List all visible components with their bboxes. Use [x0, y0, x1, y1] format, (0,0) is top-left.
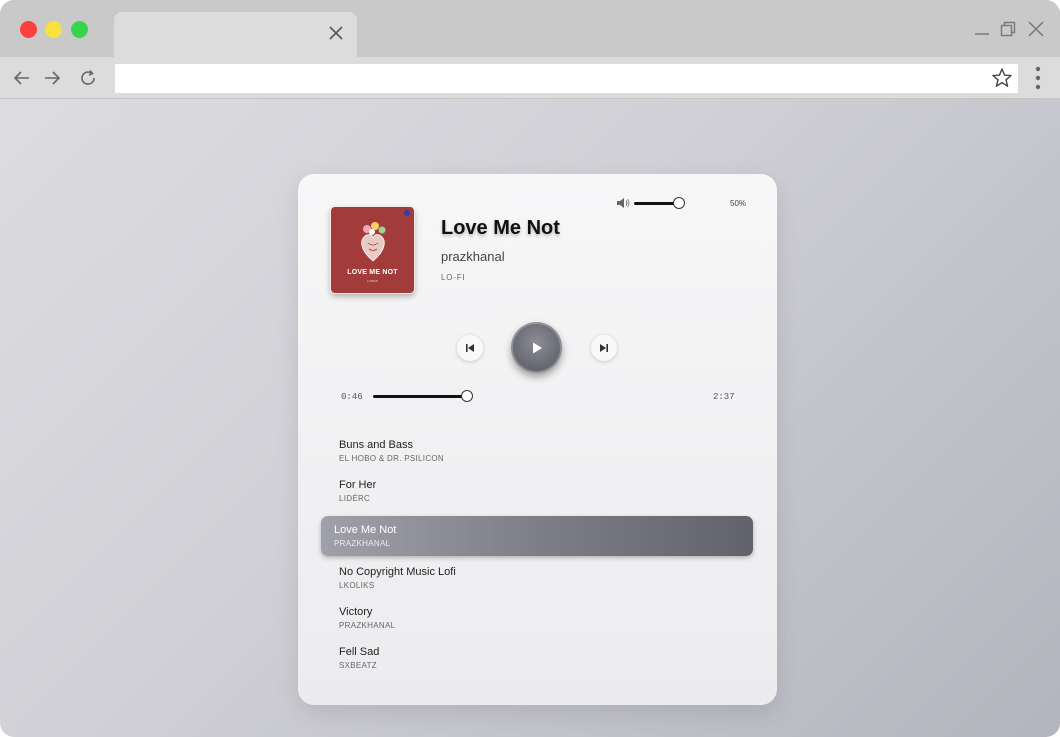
- playlist-item[interactable]: Fell Sad SXBEATZ: [339, 646, 739, 682]
- playlist-item-active[interactable]: Love Me Not PRAZKHANAL: [321, 516, 753, 556]
- tab-close-icon[interactable]: [327, 24, 345, 42]
- track-artist: PRAZKHANAL: [339, 621, 396, 630]
- play-button[interactable]: [511, 322, 562, 373]
- track-title: Buns and Bass: [339, 439, 413, 451]
- track-title: No Copyright Music Lofi: [339, 566, 456, 578]
- cover-title: LOVE ME NOT: [347, 269, 398, 276]
- volume-slider-handle[interactable]: [673, 197, 685, 209]
- current-time: 0:46: [341, 392, 363, 402]
- track-artist: SXBEATZ: [339, 661, 377, 670]
- track-title: For Her: [339, 479, 377, 491]
- browser-tab[interactable]: [114, 12, 357, 57]
- cover-badge: [404, 210, 410, 216]
- window-close-dot[interactable]: [20, 21, 37, 38]
- previous-button[interactable]: [457, 335, 483, 361]
- minimize-icon[interactable]: [973, 20, 991, 38]
- heart-flowers-icon: [361, 222, 386, 262]
- volume-percent: 50%: [730, 199, 747, 208]
- playlist-item[interactable]: Buns and Bass EL HOBO & DR. PSILICON: [339, 439, 739, 475]
- kebab-menu-icon[interactable]: [1031, 65, 1045, 91]
- track-artist: EL HOBO & DR. PSILICON: [339, 454, 444, 463]
- now-playing-title: Love Me Not: [441, 217, 560, 239]
- playlist-item[interactable]: Victory PRAZKHANAL: [339, 606, 739, 642]
- total-time: 2:37: [713, 392, 735, 402]
- window-maximize-dot[interactable]: [71, 21, 88, 38]
- cover-subtitle: LYRICS: [367, 279, 378, 283]
- track-artist: PRAZKHANAL: [334, 539, 391, 548]
- album-cover: LOVE ME NOT LYRICS: [330, 206, 415, 294]
- volume-icon[interactable]: [616, 197, 630, 209]
- playlist-item[interactable]: No Copyright Music Lofi LKOLIKS: [339, 566, 739, 602]
- track-artist: LKOLIKS: [339, 581, 375, 590]
- skip-forward-icon: [600, 344, 608, 352]
- browser-window: 50% LOVE ME NOT LYRICS Love Me Not prazk…: [0, 0, 1060, 737]
- seek-bar[interactable]: [373, 395, 695, 398]
- playlist-item[interactable]: For Her LIDÉRC: [339, 479, 739, 515]
- reload-icon[interactable]: [78, 68, 98, 88]
- window-minimize-dot[interactable]: [45, 21, 62, 38]
- now-playing-genre: LO-FI: [441, 273, 466, 282]
- skip-back-icon: [466, 344, 474, 352]
- music-player-card: 50% LOVE ME NOT LYRICS Love Me Not prazk…: [298, 174, 777, 705]
- back-arrow-icon[interactable]: [12, 68, 32, 88]
- seek-bar-handle[interactable]: [461, 390, 474, 402]
- browser-toolbar: [0, 57, 1060, 99]
- bookmark-star-icon[interactable]: [991, 67, 1013, 89]
- play-icon: [532, 342, 542, 353]
- address-bar[interactable]: [115, 64, 1018, 93]
- now-playing-artist: prazkhanal: [441, 249, 505, 264]
- track-artist: LIDÉRC: [339, 494, 371, 503]
- restore-icon[interactable]: [999, 20, 1017, 38]
- track-title: Love Me Not: [334, 524, 397, 536]
- track-title: Victory: [339, 606, 373, 618]
- next-button[interactable]: [591, 335, 617, 361]
- tab-strip: [0, 0, 1060, 57]
- forward-arrow-icon[interactable]: [42, 68, 62, 88]
- seek-bar-fill: [373, 395, 468, 398]
- track-title: Fell Sad: [339, 646, 380, 658]
- close-icon[interactable]: [1027, 20, 1045, 38]
